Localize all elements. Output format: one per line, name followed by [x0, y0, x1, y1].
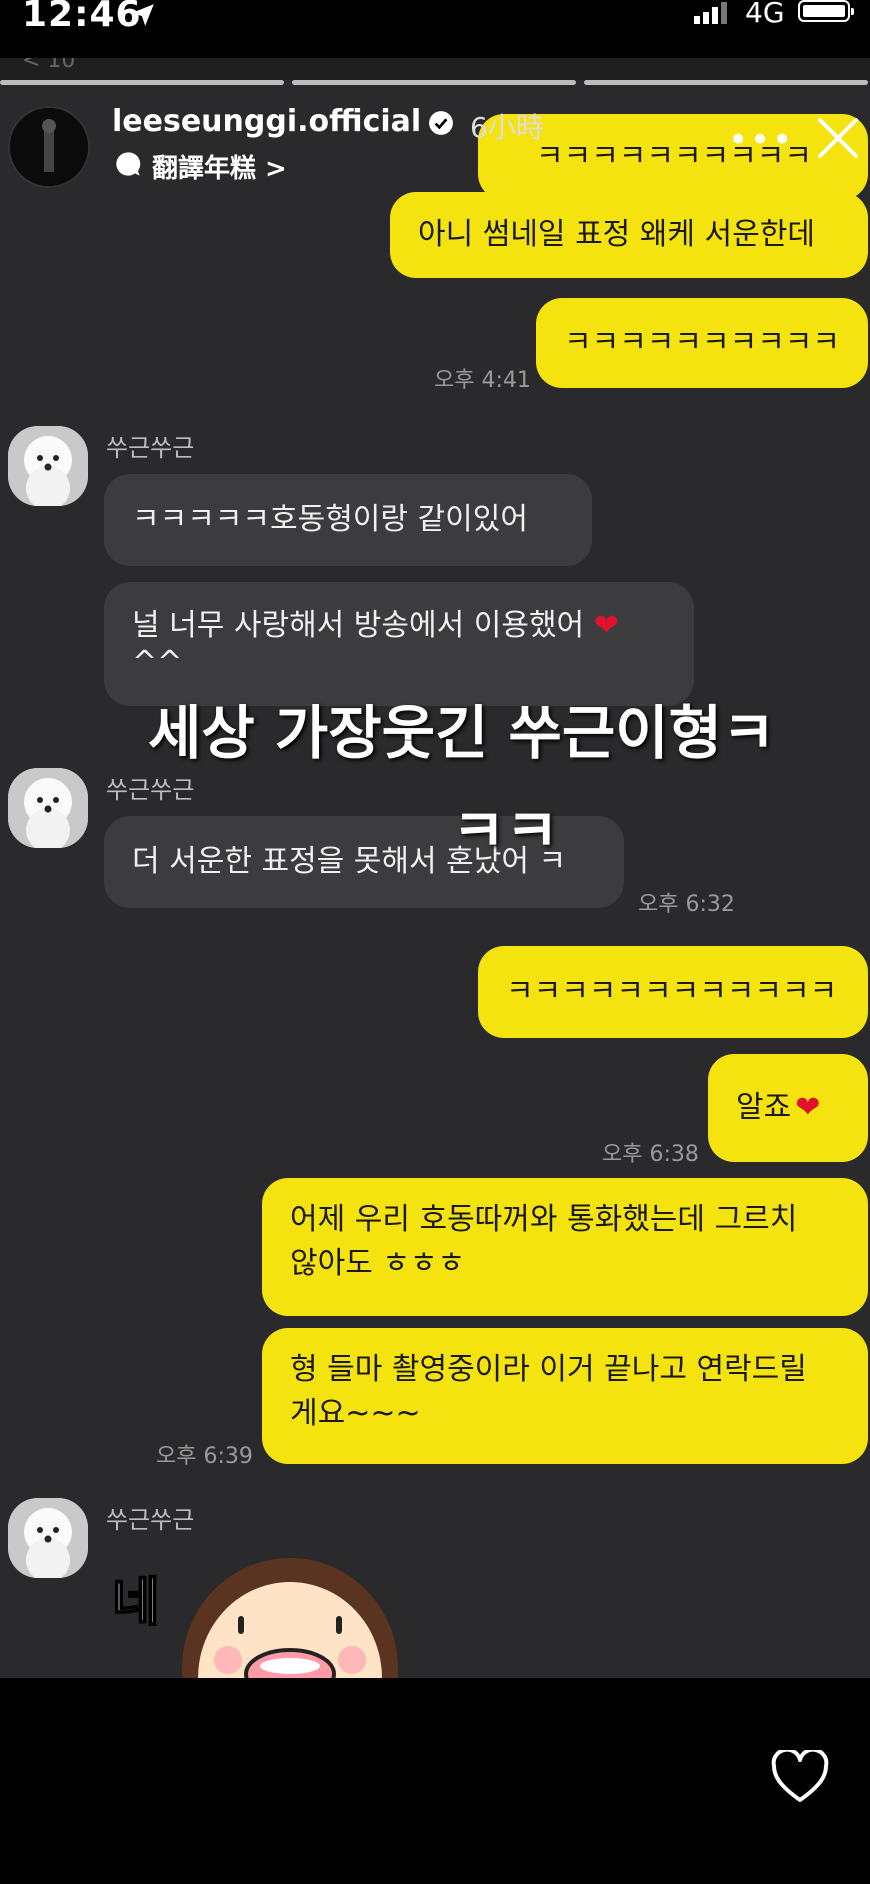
sender-name: 쑤근쑤근	[106, 434, 195, 462]
message-timestamp: 오후 4:41	[434, 368, 531, 393]
chat-bubble-mine: 형 들마 촬영중이라 이거 끝나고 연락드릴 게요~~~	[262, 1328, 868, 1464]
chat-header-remnant: < 10	[0, 58, 870, 80]
sender-name: 쑤근쑤근	[106, 776, 195, 804]
story-footer	[0, 1678, 870, 1884]
story-progress-bar	[0, 80, 870, 86]
story-author-avatar[interactable]	[8, 106, 90, 188]
contact-avatar	[8, 768, 88, 848]
signal-icon	[694, 2, 727, 24]
more-icon[interactable]: •••	[728, 120, 794, 160]
story-viewer[interactable]: < 10 ㅋㅋㅋㅋㅋㅋㅋㅋㅋㅋ 아니 썸네일 표정 왜케 서운한데 ㅋㅋㅋㅋㅋㅋ…	[0, 58, 870, 1678]
story-time-ago: 6小時	[470, 111, 544, 144]
chat-bubble-mine: ㅋㅋㅋㅋㅋㅋㅋㅋㅋㅋ	[536, 298, 868, 388]
location-arrow-icon	[132, 4, 154, 26]
verified-badge-icon	[429, 111, 453, 135]
chat-bubble-mine: 어제 우리 호동따꺼와 통화했는데 그르치 않아도 ㅎㅎㅎ	[262, 1178, 868, 1316]
close-icon[interactable]	[814, 114, 862, 162]
back-icon: < 10	[22, 58, 76, 73]
chat-bubble-theirs: ㅋㅋㅋㅋㅋ호동형이랑 같이있어	[104, 474, 592, 566]
message-timestamp: 오후 6:38	[602, 1142, 699, 1167]
chat-bubble-mine: 아니 썸네일 표정 왜케 서운한데	[390, 192, 868, 278]
sticker-girl-icon	[182, 1558, 398, 1678]
author-photo-icon	[10, 108, 88, 186]
story-username[interactable]: leeseunggi.official	[112, 104, 421, 139]
heart-emoji-icon: ❤	[795, 1090, 821, 1125]
chat-bubble-mine: 알죠 ❤	[708, 1054, 868, 1162]
status-bar: 12:46 4G	[0, 0, 870, 58]
dog-avatar-icon	[8, 426, 88, 506]
sender-name: 쑤근쑤근	[106, 1506, 195, 1534]
dog-avatar-icon	[8, 1498, 88, 1578]
contact-avatar	[8, 426, 88, 506]
sticker-text: 네	[111, 1572, 161, 1634]
battery-icon	[798, 0, 854, 22]
heart-emoji-icon: ❤	[593, 608, 619, 643]
translate-icon	[116, 152, 141, 176]
chat-bubble-mine: ㅋㅋㅋㅋㅋㅋㅋㅋㅋㅋㅋㅋ	[478, 946, 868, 1038]
story-caption-line1: 세상 가장웃긴 쑤근이형ㅋ	[148, 699, 776, 767]
contact-avatar	[8, 1498, 88, 1578]
network-label: 4G	[745, 0, 785, 29]
translate-button[interactable]: 翻譯年糕 >	[152, 148, 287, 185]
message-timestamp: 오후 6:32	[638, 892, 735, 917]
story-caption-line2: ㅋㅋ	[452, 797, 559, 865]
message-timestamp: 오후 6:39	[156, 1444, 253, 1469]
status-time: 12:46	[22, 0, 142, 35]
dog-avatar-icon	[8, 768, 88, 848]
heart-icon[interactable]	[770, 1750, 830, 1804]
